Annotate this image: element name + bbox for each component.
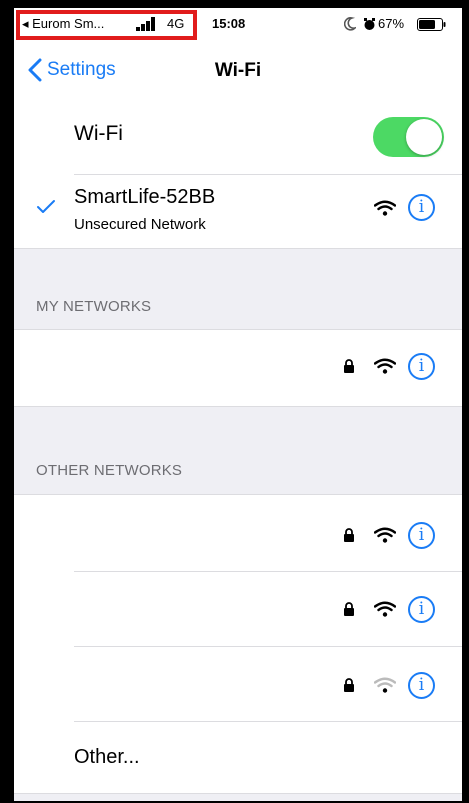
lock-icon — [343, 602, 355, 621]
status-bar: ◂ Eurom Sm... 4G 15:08 67% — [14, 8, 462, 42]
lock-icon — [343, 528, 355, 547]
wifi-toggle-switch[interactable] — [373, 117, 444, 157]
time-label: 15:08 — [212, 16, 246, 31]
my-networks-group: i — [14, 330, 462, 406]
toggle-knob — [406, 119, 442, 155]
connected-network-name: SmartLife-52BB — [74, 186, 216, 208]
network-row[interactable]: i — [14, 330, 462, 406]
lock-icon — [343, 359, 355, 378]
other-networks-header: OTHER NETWORKS — [36, 462, 183, 479]
connected-network-row[interactable]: SmartLife-52BB Unsecured Network i — [14, 175, 462, 248]
info-button[interactable]: i — [408, 522, 435, 549]
moon-icon — [343, 17, 358, 34]
wifi-group: Wi-Fi SmartLife-52BB Unsecured Network i — [14, 100, 462, 248]
other-networks-group: i i i Other... — [14, 495, 462, 793]
lock-icon — [343, 678, 355, 697]
page-title: Wi-Fi — [214, 60, 262, 81]
phone-screen: ◂ Eurom Sm... 4G 15:08 67% Settings Wi-F… — [14, 8, 462, 801]
connected-network-status: Unsecured Network — [74, 216, 206, 233]
battery-percent-label: 67% — [378, 16, 405, 31]
other-network-row[interactable]: Other... — [14, 722, 462, 793]
network-row[interactable]: i — [14, 647, 462, 721]
highlight-box — [16, 10, 197, 40]
wifi-toggle-row: Wi-Fi — [14, 100, 462, 174]
info-button[interactable]: i — [408, 353, 435, 380]
divider — [14, 406, 462, 407]
wifi-signal-icon — [373, 527, 397, 548]
battery-icon — [417, 18, 447, 34]
info-button[interactable]: i — [408, 672, 435, 699]
network-row[interactable]: i — [14, 572, 462, 646]
info-button[interactable]: i — [408, 596, 435, 623]
wifi-toggle-label: Wi-Fi — [74, 122, 123, 145]
wifi-signal-icon — [373, 358, 397, 379]
info-button[interactable]: i — [408, 194, 435, 221]
divider — [14, 248, 462, 249]
my-networks-header: MY NETWORKS — [36, 298, 152, 315]
nav-bar: Settings Wi-Fi — [14, 42, 462, 101]
alarm-icon — [363, 17, 376, 34]
wifi-weak-signal-icon — [373, 677, 397, 698]
checkmark-icon — [36, 199, 56, 220]
wifi-signal-icon — [373, 601, 397, 622]
other-network-label: Other... — [74, 746, 140, 768]
wifi-signal-icon — [373, 200, 397, 221]
network-row[interactable]: i — [14, 495, 462, 571]
divider — [14, 793, 462, 794]
